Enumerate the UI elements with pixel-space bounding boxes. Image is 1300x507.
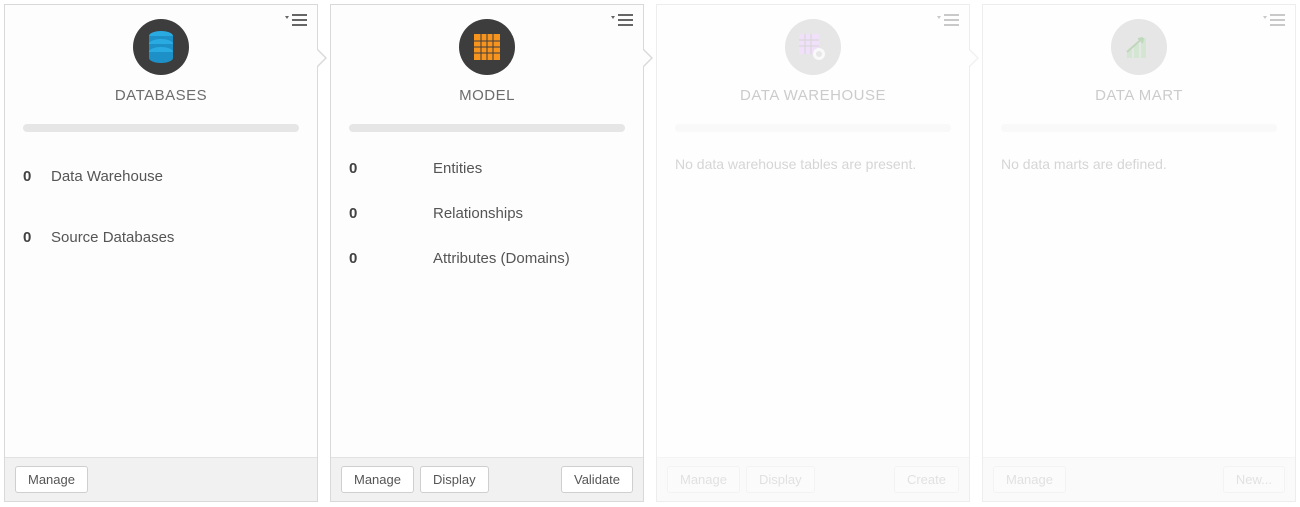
- stat-count: 0: [349, 205, 377, 222]
- model-icon: [459, 19, 515, 75]
- display-button[interactable]: Display: [420, 466, 489, 493]
- validate-button[interactable]: Validate: [561, 466, 633, 493]
- stat-label: Relationships: [433, 205, 625, 222]
- card-menu-icon[interactable]: [285, 13, 307, 27]
- card-data-mart: DATA MART No data marts are defined. Man…: [982, 4, 1296, 502]
- card-title: DATABASES: [15, 87, 307, 104]
- datamart-icon: [1111, 19, 1167, 75]
- card-menu-icon: [937, 13, 959, 27]
- stat-row-attributes[interactable]: 0 Attributes (Domains): [349, 236, 625, 281]
- new-button: New...: [1223, 466, 1285, 493]
- warehouse-icon: [785, 19, 841, 75]
- card-menu-icon[interactable]: [611, 13, 633, 27]
- empty-message: No data warehouse tables are present.: [675, 146, 951, 172]
- display-button: Display: [746, 466, 815, 493]
- stat-count: 0: [349, 250, 377, 267]
- manage-button[interactable]: Manage: [341, 466, 414, 493]
- progress-bar: [675, 124, 951, 132]
- manage-button[interactable]: Manage: [15, 466, 88, 493]
- stat-row-source-databases[interactable]: 0 Source Databases: [23, 207, 299, 268]
- card-title: DATA MART: [993, 87, 1285, 104]
- progress-bar: [349, 124, 625, 132]
- stat-label: Source Databases: [51, 229, 299, 246]
- card-model: MODEL 0 Entities 0 Relationships 0 Attri…: [330, 4, 644, 502]
- card-databases: DATABASES 0 Data Warehouse 0 Source Data…: [4, 4, 318, 502]
- create-button: Create: [894, 466, 959, 493]
- stat-row-data-warehouse[interactable]: 0 Data Warehouse: [23, 146, 299, 207]
- empty-message: No data marts are defined.: [1001, 146, 1277, 172]
- stat-label: Attributes (Domains): [433, 250, 625, 267]
- database-icon: [133, 19, 189, 75]
- card-title: DATA WAREHOUSE: [667, 87, 959, 104]
- manage-button: Manage: [993, 466, 1066, 493]
- card-menu-icon: [1263, 13, 1285, 27]
- card-title: MODEL: [341, 87, 633, 104]
- stat-count: 0: [23, 229, 51, 246]
- stat-label: Entities: [433, 160, 625, 177]
- manage-button: Manage: [667, 466, 740, 493]
- progress-bar: [1001, 124, 1277, 132]
- stat-label: Data Warehouse: [51, 168, 299, 185]
- stat-row-entities[interactable]: 0 Entities: [349, 146, 625, 191]
- stat-count: 0: [23, 168, 51, 185]
- stat-row-relationships[interactable]: 0 Relationships: [349, 191, 625, 236]
- card-data-warehouse: DATA WAREHOUSE No data warehouse tables …: [656, 4, 970, 502]
- stat-count: 0: [349, 160, 377, 177]
- progress-bar: [23, 124, 299, 132]
